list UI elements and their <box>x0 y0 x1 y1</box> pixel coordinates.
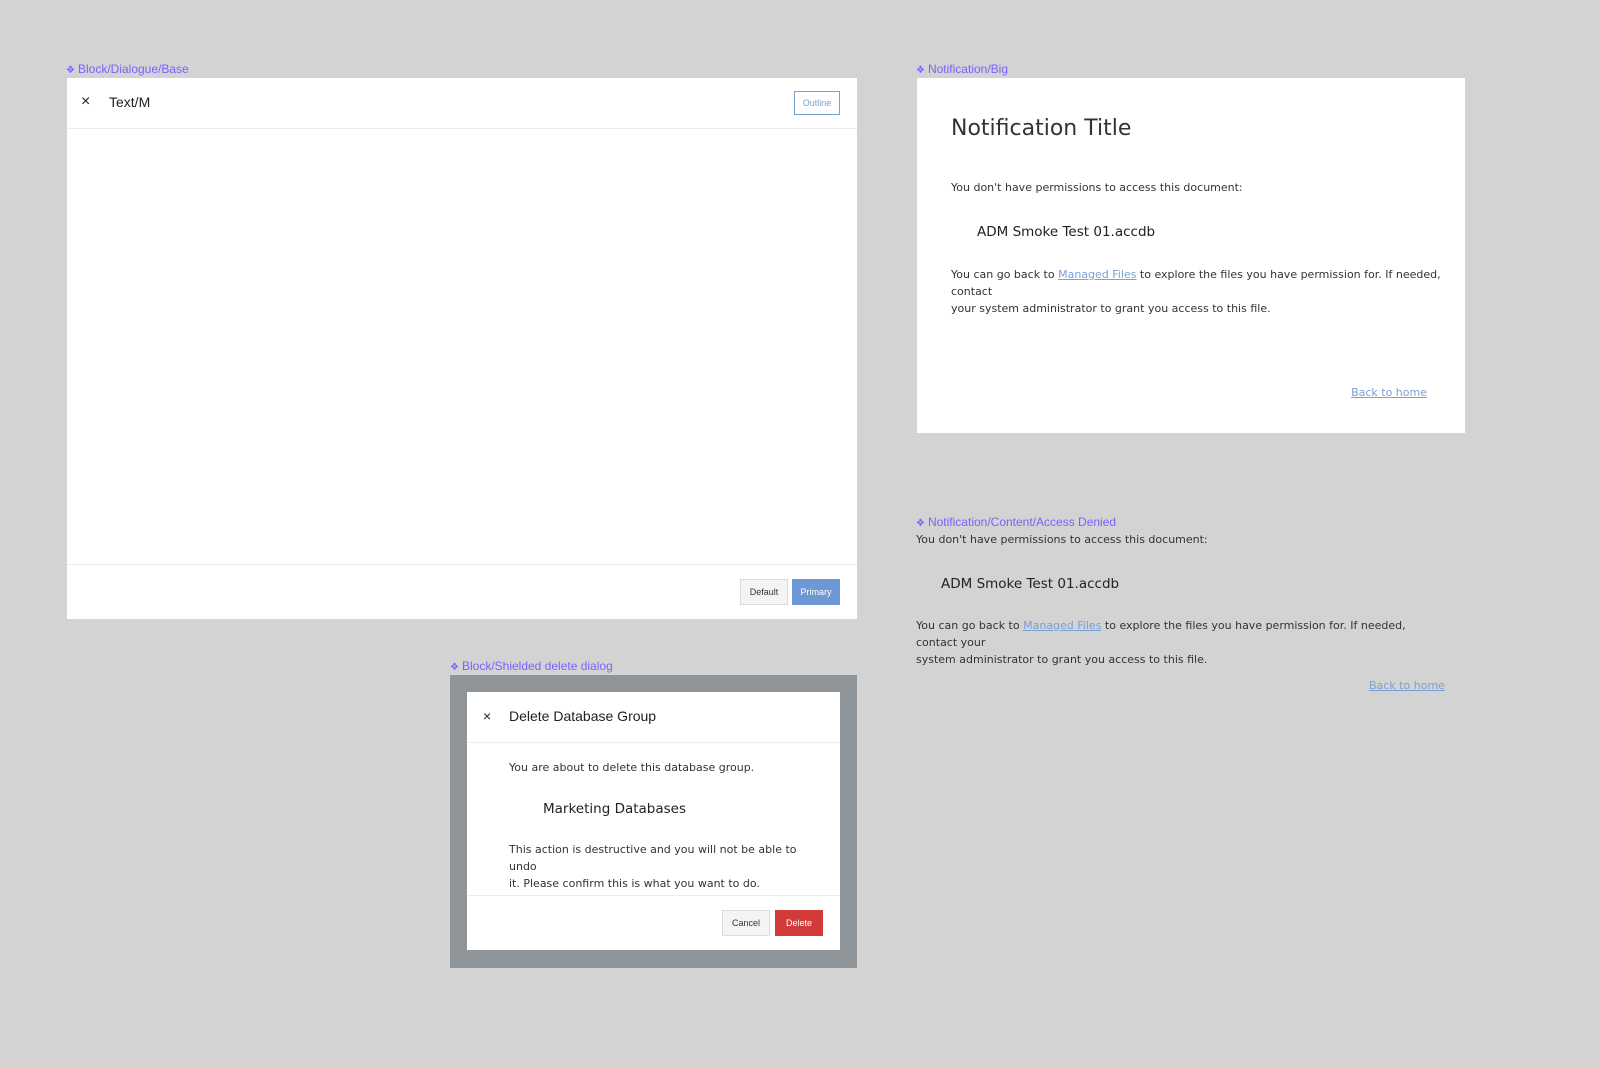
file-name: ADM Smoke Test 01.accdb <box>941 576 1120 592</box>
group-name: Marketing Databases <box>543 801 687 817</box>
component-diamond-icon: ❖ <box>916 65 925 76</box>
notification-title: Notification Title <box>951 116 1132 141</box>
dialogue-base: × Text/M Outline Default Primary <box>67 78 857 619</box>
frame-label-access-denied: ❖ Notification/Content/Access Denied <box>916 515 1117 529</box>
outline-button[interactable]: Outline <box>794 91 840 115</box>
shield-backdrop: × Delete Database Group You are about to… <box>450 675 857 968</box>
dialog-header: × Delete Database Group <box>467 692 840 743</box>
frame-label-shielded-delete: ❖ Block/Shielded delete dialog <box>450 659 613 673</box>
close-icon[interactable]: × <box>483 708 491 724</box>
component-diamond-icon: ❖ <box>916 518 925 529</box>
close-icon[interactable]: × <box>81 93 90 111</box>
dialog-title: Delete Database Group <box>509 708 657 724</box>
dialog-header: × Text/M Outline <box>67 78 857 129</box>
back-to-home-link[interactable]: Back to home <box>1351 384 1427 401</box>
back-to-home-link[interactable]: Back to home <box>1369 677 1445 694</box>
notification-body: You can go back to Managed Files to expl… <box>951 268 1441 315</box>
frame-label-notification-big: ❖ Notification/Big <box>916 62 1009 76</box>
delete-intro: You are about to delete this database gr… <box>509 761 755 774</box>
primary-button[interactable]: Primary <box>792 579 840 605</box>
managed-files-link[interactable]: Managed Files <box>1023 619 1101 632</box>
notification-big: Notification Title You don't have permis… <box>917 78 1465 433</box>
managed-files-link[interactable]: Managed Files <box>1058 268 1136 281</box>
default-button[interactable]: Default <box>740 579 788 605</box>
delete-warning: This action is destructive and you will … <box>509 843 797 890</box>
delete-button[interactable]: Delete <box>775 910 823 936</box>
component-diamond-icon: ❖ <box>66 65 75 76</box>
permission-intro: You don't have permissions to access thi… <box>916 533 1208 546</box>
permission-intro: You don't have permissions to access thi… <box>951 181 1243 194</box>
dialog-title: Text/M <box>109 94 151 110</box>
delete-dialog: × Delete Database Group You are about to… <box>467 692 840 950</box>
file-name: ADM Smoke Test 01.accdb <box>977 224 1156 240</box>
component-diamond-icon: ❖ <box>450 662 459 673</box>
dialog-footer: Default Primary <box>67 564 857 619</box>
cancel-button[interactable]: Cancel <box>722 910 770 936</box>
frame-label-dialogue-base: ❖ Block/Dialogue/Base <box>66 62 189 76</box>
dialog-footer: Cancel Delete <box>467 895 840 950</box>
access-denied-body: You can go back to Managed Files to expl… <box>916 619 1406 666</box>
